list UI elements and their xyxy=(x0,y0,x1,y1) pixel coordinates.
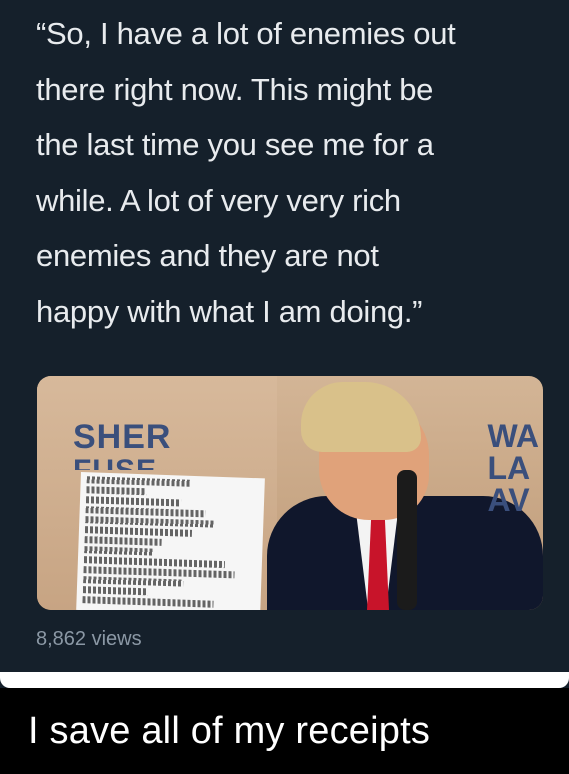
meme-caption-text: I save all of my receipts xyxy=(28,710,431,752)
overlay-document-image xyxy=(76,472,265,610)
background-sign-right: WA LA AV xyxy=(487,420,539,516)
tweet-video-thumbnail[interactable]: SHER FUSE WA LA xyxy=(37,376,543,610)
tweet-quote-text: “So, I have a lot of enemies out there r… xyxy=(36,6,546,339)
sign-left-line: SHER xyxy=(73,418,172,456)
speaker-hair xyxy=(301,382,421,452)
background-sign-left: SHER FUSE xyxy=(73,420,171,470)
quote-line: the last time you see me for a xyxy=(36,127,434,162)
sign-left-line: FUSE xyxy=(73,454,171,470)
section-divider xyxy=(0,672,569,688)
quote-line: happy with what I am doing.” xyxy=(36,293,423,329)
quote-line: there right now. This might be xyxy=(36,71,434,107)
microphone-icon xyxy=(397,470,417,610)
video-view-count: 8,862 views xyxy=(36,628,142,650)
sign-right-line: WA xyxy=(487,418,539,454)
quote-line: enemies and they are not xyxy=(36,238,379,273)
tweet-card: “So, I have a lot of enemies out there r… xyxy=(0,0,569,672)
sign-right-line: AV xyxy=(487,482,530,518)
quote-line: while. A lot of very very rich xyxy=(36,182,401,218)
sign-right-line: LA xyxy=(487,450,531,486)
quote-line: “So, I have a lot of enemies out xyxy=(36,16,456,51)
meme-caption-band: I save all of my receipts xyxy=(0,688,569,774)
